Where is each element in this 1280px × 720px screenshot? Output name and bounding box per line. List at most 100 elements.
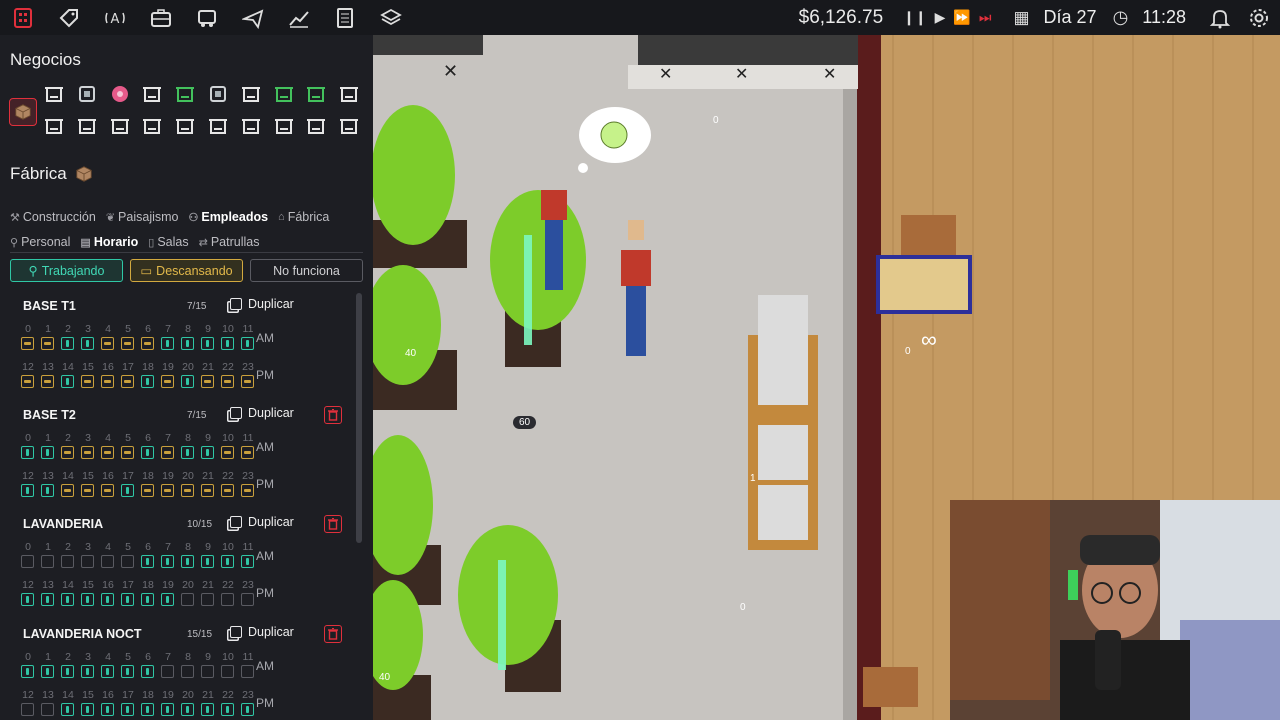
status-resting-button[interactable]: ▭ Descansando (130, 259, 243, 282)
status-working-button[interactable]: ⚲ Trabajando (10, 259, 123, 282)
slot-resting[interactable] (161, 484, 174, 497)
slot-off[interactable] (161, 665, 174, 678)
business-building-icon[interactable] (43, 83, 65, 105)
slot-working[interactable] (81, 593, 94, 606)
slot-working[interactable] (61, 665, 74, 678)
tab-empleados[interactable]: ⚇ Empleados (188, 210, 268, 224)
slot-resting[interactable] (21, 337, 34, 350)
slot-working[interactable] (181, 375, 194, 388)
slot-working[interactable] (241, 555, 254, 568)
slot-off[interactable] (181, 593, 194, 606)
chart-icon[interactable] (276, 0, 322, 35)
business-building-icon[interactable] (109, 83, 131, 105)
slot-resting[interactable] (161, 375, 174, 388)
business-building-icon[interactable] (141, 115, 163, 137)
layers-icon[interactable] (368, 0, 414, 35)
pause-icon[interactable]: ❙❙ (903, 9, 926, 26)
tab-salas[interactable]: ▯ Salas (148, 235, 188, 249)
business-building-icon[interactable] (305, 83, 327, 105)
schedule-name[interactable]: LAVANDERIA NOCT (23, 627, 142, 641)
slot-working[interactable] (41, 446, 54, 459)
slot-working[interactable] (201, 446, 214, 459)
slot-working[interactable] (141, 703, 154, 716)
slot-working[interactable] (101, 703, 114, 716)
slot-working[interactable] (81, 665, 94, 678)
slot-off[interactable] (201, 593, 214, 606)
slot-resting[interactable] (101, 375, 114, 388)
schedule-name[interactable]: BASE T2 (23, 408, 76, 422)
slot-working[interactable] (61, 375, 74, 388)
slot-working[interactable] (41, 593, 54, 606)
slot-working[interactable] (201, 555, 214, 568)
slot-working[interactable] (81, 337, 94, 350)
slot-resting[interactable] (41, 375, 54, 388)
slot-working[interactable] (141, 593, 154, 606)
business-building-icon[interactable] (207, 115, 229, 137)
plane-icon[interactable] (230, 0, 276, 35)
delete-button[interactable] (324, 515, 342, 533)
slot-working[interactable] (61, 337, 74, 350)
slot-resting[interactable] (101, 337, 114, 350)
business-building-icon[interactable] (174, 83, 196, 105)
slot-off[interactable] (201, 665, 214, 678)
slot-working[interactable] (161, 593, 174, 606)
slot-working[interactable] (21, 665, 34, 678)
slot-working[interactable] (181, 555, 194, 568)
slot-working[interactable] (221, 337, 234, 350)
slot-working[interactable] (61, 703, 74, 716)
schedule-name[interactable]: BASE T1 (23, 299, 76, 313)
slot-working[interactable] (41, 665, 54, 678)
slot-off[interactable] (221, 593, 234, 606)
tab-personal[interactable]: ⚲ Personal (10, 235, 70, 249)
truck-icon[interactable] (184, 0, 230, 35)
slot-resting[interactable] (181, 484, 194, 497)
delete-button[interactable] (324, 625, 342, 643)
slot-resting[interactable] (221, 484, 234, 497)
slot-resting[interactable] (101, 484, 114, 497)
business-building-icon[interactable] (43, 115, 65, 137)
slot-off[interactable] (241, 593, 254, 606)
duplicate-button[interactable]: Duplicar (230, 297, 294, 311)
slot-working[interactable] (141, 555, 154, 568)
briefcase-icon[interactable] (138, 0, 184, 35)
duplicate-button[interactable]: Duplicar (230, 625, 294, 639)
slot-working[interactable] (21, 484, 34, 497)
slot-working[interactable] (41, 484, 54, 497)
business-building-icon[interactable] (76, 115, 98, 137)
slot-working[interactable] (61, 593, 74, 606)
slot-working[interactable] (201, 703, 214, 716)
slot-off[interactable] (101, 555, 114, 568)
slot-off[interactable] (181, 665, 194, 678)
slot-resting[interactable] (221, 375, 234, 388)
business-building-icon[interactable] (174, 115, 196, 137)
slot-resting[interactable] (101, 446, 114, 459)
tab-fabrica[interactable]: ⌂ Fábrica (278, 210, 329, 224)
scrollbar[interactable] (356, 293, 362, 543)
slot-resting[interactable] (141, 337, 154, 350)
slot-working[interactable] (121, 593, 134, 606)
slot-working[interactable] (121, 703, 134, 716)
slot-off[interactable] (81, 555, 94, 568)
slot-resting[interactable] (221, 446, 234, 459)
slot-off[interactable] (61, 555, 74, 568)
slot-resting[interactable] (121, 375, 134, 388)
business-building-icon[interactable] (338, 83, 360, 105)
slot-working[interactable] (181, 703, 194, 716)
fast-forward-icon[interactable]: ⏩ (953, 9, 970, 26)
slot-off[interactable] (21, 703, 34, 716)
slot-resting[interactable] (241, 446, 254, 459)
slot-off[interactable] (121, 555, 134, 568)
document-icon[interactable] (322, 0, 368, 35)
sector-icon[interactable] (0, 0, 46, 35)
slot-working[interactable] (141, 665, 154, 678)
slot-resting[interactable] (61, 446, 74, 459)
slot-working[interactable] (241, 703, 254, 716)
slot-working[interactable] (181, 446, 194, 459)
slot-off[interactable] (221, 665, 234, 678)
slot-working[interactable] (161, 555, 174, 568)
business-building-icon[interactable] (109, 115, 131, 137)
schedule-name[interactable]: LAVANDERIA (23, 517, 103, 531)
slot-off[interactable] (41, 703, 54, 716)
slot-off[interactable] (21, 555, 34, 568)
status-off-button[interactable]: No funciona (250, 259, 363, 282)
